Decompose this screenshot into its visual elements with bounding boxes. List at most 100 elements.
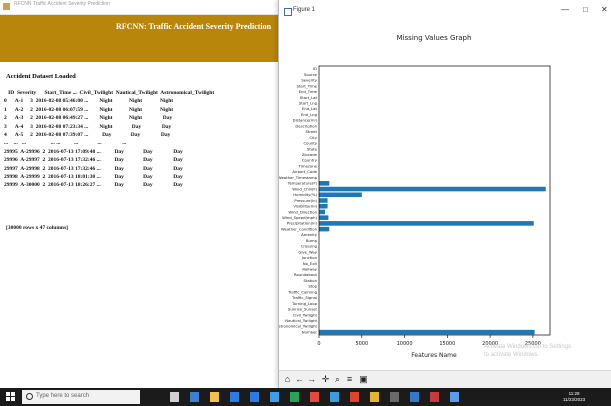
app-icon-gray[interactable] (390, 392, 399, 402)
bar-wind-direction (319, 209, 325, 215)
mail-icon[interactable] (250, 392, 259, 402)
y-tick-label: Start_Lng (299, 101, 318, 106)
taskbar-search-box[interactable]: Type here to search (22, 390, 140, 404)
save-icon[interactable]: ▣ (358, 373, 369, 385)
y-tick-label: Junction (301, 255, 318, 260)
pan-icon[interactable]: ✛ (320, 373, 331, 385)
close-button[interactable]: ✕ (601, 5, 608, 14)
chrome-icon[interactable] (290, 392, 299, 402)
x-tick-label: 0 (317, 341, 320, 347)
y-tick-label: Astronomical_Twilight (279, 324, 318, 329)
system-clock[interactable]: 11:28 11/23/2023 (563, 391, 585, 403)
y-tick-label: Give_Way (298, 249, 317, 254)
figure-toolbar: ⌂ ← → ✛ ⌕ ≡ ▣ (279, 370, 611, 389)
app-icon-tk[interactable] (430, 392, 439, 402)
y-tick-label: City (310, 135, 318, 140)
y-tick-label: Traffic_Calming (287, 289, 317, 294)
dataframe-shape-text: [30000 rows x 47 columns] (6, 225, 68, 231)
app-icon-red[interactable] (310, 392, 319, 402)
back-icon[interactable]: ← (294, 373, 305, 385)
bar-temperature-f- (319, 181, 330, 186)
file-explorer-icon[interactable] (210, 392, 219, 402)
table-row: 1 A-2 2 2016-02-08 06:07:59 ... Night Ni… (4, 106, 174, 113)
chart-title: Missing Values Graph (397, 34, 472, 42)
table-row: 29999 A-30000 2 2016-07-13 18:26:27 ... … (4, 182, 183, 189)
bar-wind-chill-f- (319, 186, 546, 192)
y-tick-label: Number (302, 329, 318, 334)
y-tick-label: End_Time (299, 89, 318, 94)
table-row: 29998 A-29999 2 2016-07-13 18:01:30 ... … (4, 173, 183, 180)
banner-title: RFCNN: Traffic Accident Severity Predict… (116, 22, 272, 31)
y-tick-label: Amenity (301, 232, 318, 237)
figure-titlebar[interactable]: Figure 1 — □ ✕ (279, 0, 611, 22)
y-tick-label: Temperature(F) (287, 181, 318, 186)
task-view-icon[interactable] (170, 392, 179, 402)
y-tick-label: Traffic_Signal (291, 295, 317, 300)
table-row: ... ... ... ... ... ... ... ... (4, 140, 127, 147)
x-axis-label: Features Name (411, 352, 457, 359)
y-tick-label: Airport_Code (292, 169, 317, 174)
app-icon-yellow[interactable] (370, 392, 379, 402)
y-tick-label: Visibility(mi) (293, 204, 317, 209)
table-row: 3 A-4 3 2016-02-08 07:23:34 ... Night Da… (4, 123, 172, 130)
main-app-window: RFCNN Traffic Accident Severity Predicti… (0, 0, 280, 388)
y-tick-label: Start_Time (297, 83, 318, 88)
start-button[interactable] (6, 392, 16, 402)
y-tick-label: Stop (308, 284, 317, 289)
maximize-button[interactable]: □ (583, 5, 588, 14)
y-tick-label: Bump (306, 238, 318, 243)
figure-window-icon (284, 8, 292, 16)
table-row: 0 A-1 3 2016-02-08 05:46:00 ... Night Ni… (4, 98, 174, 105)
configure-subplots-icon[interactable]: ≡ (344, 373, 355, 385)
zoom-icon[interactable]: ⌕ (332, 373, 343, 385)
table-header: ID Severity Start_Time ... Civil_Twiligh… (4, 90, 215, 96)
y-tick-label: Crossing (301, 244, 318, 249)
bar-visibility-mi- (319, 203, 328, 209)
main-window-title: RFCNN Traffic Accident Severity Predicti… (14, 1, 110, 7)
y-tick-label: Wind_Chill(F) (292, 186, 317, 191)
y-tick-label: ID (313, 66, 317, 71)
bar-series (319, 181, 546, 335)
y-tick-label: End_Lng (301, 112, 318, 117)
bar-pressure-in- (319, 198, 328, 203)
x-tick-label: 10000 (397, 341, 413, 347)
table-row: 29997 A-29998 2 2016-07-13 17:32:46 ... … (4, 165, 183, 172)
bar-precipitation-in- (319, 221, 534, 226)
y-tick-label: Weather_Condition (281, 226, 318, 231)
y-tick-label: Description (295, 123, 317, 128)
y-tick-label: Turning_Loop (291, 301, 318, 306)
figure-title: Figure 1 (293, 7, 316, 13)
y-tick-label: Sunrise_Sunset (288, 307, 318, 312)
y-tick-label: County (303, 141, 317, 146)
y-tick-label: Station (304, 278, 318, 283)
y-tick-label: Precipitation(in) (287, 221, 318, 226)
app-icon-orange[interactable] (350, 392, 359, 402)
activate-windows-watermark: Activate Windows Go to Settings to activ… (484, 344, 572, 358)
minimize-button[interactable]: — (561, 5, 569, 14)
app-icon-blue[interactable] (330, 392, 339, 402)
y-tick-label: Distance(mi) (293, 118, 318, 123)
app-icon (3, 3, 10, 10)
table-row: 29995 A-29996 2 2016-07-13 17:09:48 ... … (4, 148, 183, 155)
bar-weather-condition (319, 226, 330, 232)
store-icon[interactable] (230, 392, 239, 402)
clock-date: 11/23/2023 (563, 397, 586, 402)
y-tick-label: State (307, 146, 318, 151)
y-tick-label: Weather_Timestamp (279, 175, 318, 180)
y-tick-label: End_Lat (302, 106, 318, 111)
main-window-titlebar[interactable]: RFCNN Traffic Accident Severity Predicti… (0, 0, 280, 15)
y-tick-label: Country (302, 158, 318, 163)
forward-icon[interactable]: → (306, 373, 317, 385)
home-icon[interactable]: ⌂ (282, 373, 293, 385)
app-icon-figure[interactable] (410, 392, 419, 402)
bar-humidity- (319, 192, 362, 198)
bar-number (319, 329, 535, 335)
dataframe-text-output[interactable]: ID Severity Start_Time ... Civil_Twiligh… (4, 90, 214, 191)
edge-browser-icon[interactable] (190, 392, 199, 402)
search-icon (26, 393, 33, 400)
python-icon[interactable] (270, 392, 279, 402)
app-icon-cmd[interactable] (450, 392, 459, 402)
y-tick-label: Railway (302, 266, 317, 271)
y-tick-label: Nautical_Twilight (285, 318, 317, 323)
y-tick-label: Start_Lat (300, 95, 318, 100)
